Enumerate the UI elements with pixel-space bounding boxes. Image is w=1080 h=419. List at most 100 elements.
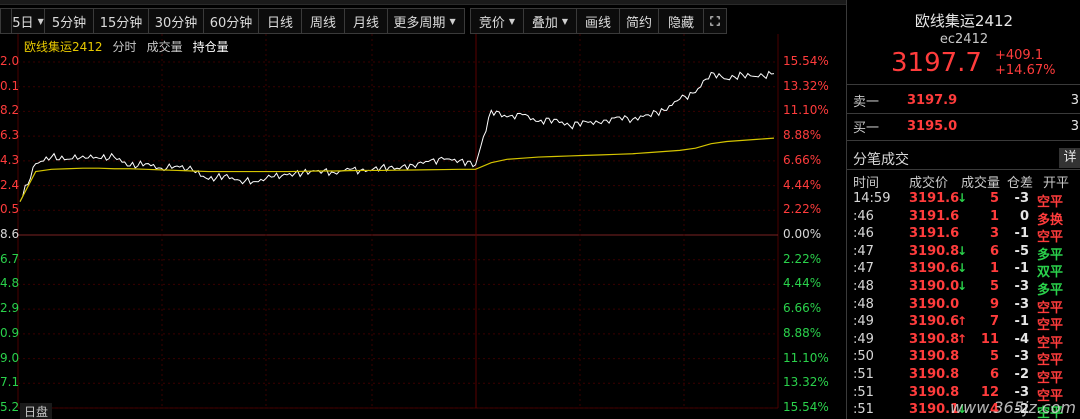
chart-canvas bbox=[17, 34, 779, 409]
period-label: 更多周期 bbox=[393, 15, 446, 31]
change-percent: +14.67% bbox=[995, 63, 1056, 78]
tick-oi-change: -1 bbox=[1014, 226, 1029, 242]
tick-volume: 6 bbox=[989, 367, 999, 382]
timeshare-chart[interactable] bbox=[0, 0, 843, 419]
bid-row: 买一 3195.0 3 bbox=[847, 114, 1080, 138]
right-axis-label: 15.54% bbox=[783, 54, 829, 68]
period-toolbar: 5日 ▼ 5分钟 15分钟 30分钟 60分钟 日线 周线 月线 更多周期 ▼ 竞价 ▼ 叠加 ▼ 画线 简约隐… bbox=[0, 8, 843, 34]
tick-type: 双平 bbox=[1037, 265, 1064, 281]
tick-price: 3190.8 bbox=[909, 349, 960, 365]
tick-oi-change: -3 bbox=[1014, 279, 1029, 294]
right-axis-label: 13.32% bbox=[783, 375, 829, 390]
divider bbox=[847, 84, 1080, 85]
tick-price: 3190.8 bbox=[909, 243, 960, 259]
right-axis-label: 11.10% bbox=[783, 103, 829, 118]
left-axis-label: 8.2 bbox=[0, 103, 20, 118]
divider bbox=[847, 140, 1080, 141]
left-axis-label: 2.9 bbox=[0, 301, 20, 316]
session-tag[interactable]: 日盘 bbox=[20, 403, 53, 419]
tick-type: 多平 bbox=[1037, 247, 1064, 263]
left-axis-label: 4.3 bbox=[0, 152, 20, 167]
tool-button-0[interactable]: 竞价 ▼ bbox=[470, 8, 524, 34]
tool-button-1[interactable]: 叠加 ▼ bbox=[523, 8, 577, 34]
period-button-4[interactable]: 60分钟 bbox=[203, 8, 259, 34]
ticks-column-header: 时间 成交价 成交量 仓差 开平 bbox=[847, 172, 1080, 191]
tick-time: :51 bbox=[853, 384, 874, 400]
tool-label: 画线 bbox=[584, 15, 611, 31]
ticks-detail-button[interactable]: 详 bbox=[1059, 148, 1080, 168]
tick-time: :48 bbox=[853, 296, 874, 312]
tick-time: :50 bbox=[853, 349, 874, 365]
right-axis-label: 6.66% bbox=[783, 301, 822, 316]
period-button-5[interactable]: 日线 bbox=[258, 8, 302, 34]
tick-oi-change: -1 bbox=[1014, 261, 1029, 277]
bid-price: 3195.0 bbox=[907, 118, 958, 134]
legend-open-interest[interactable]: 持仓量 bbox=[193, 38, 229, 55]
tick-oi-change: -3 bbox=[1014, 296, 1029, 312]
ask-row: 卖一 3197.9 3 bbox=[847, 88, 1080, 112]
tick-type: 多换 bbox=[1037, 212, 1064, 228]
arrow-down-icon: ↓ bbox=[957, 191, 968, 205]
bid-label: 买一 bbox=[853, 120, 880, 136]
quote-panel: 欧线集运2412 ec2412 3197.7 +409.1 +14.67% 卖一… bbox=[846, 0, 1080, 419]
right-axis-label: 8.88% bbox=[783, 128, 822, 143]
last-price: 3197.7 bbox=[891, 48, 982, 78]
tick-row: :46 3191.6 3 -1 空平 bbox=[847, 226, 1080, 245]
period-button-8[interactable]: 更多周期 ▼ bbox=[387, 8, 465, 34]
arrow-up-icon: ↑ bbox=[957, 314, 968, 329]
period-label: 60分钟 bbox=[209, 15, 253, 31]
tick-price: 3190.0 bbox=[909, 296, 960, 312]
arrow-down-icon: ↓ bbox=[957, 243, 968, 258]
left-axis-label: 9.0 bbox=[0, 350, 20, 365]
tick-row: :50 3190.8 5 -3 空平 bbox=[847, 349, 1080, 368]
col-price: 成交价 bbox=[909, 176, 949, 191]
tick-price: 3190.8 bbox=[909, 331, 960, 347]
legend-volume[interactable]: 成交量 bbox=[147, 38, 183, 55]
right-axis-label: 4.44% bbox=[783, 276, 822, 291]
col-oi: 仓差 bbox=[1007, 176, 1034, 191]
tick-row: :48 3190.0 ↓ 5 -3 多平 bbox=[847, 279, 1080, 298]
tool-label: 隐藏 bbox=[667, 15, 694, 31]
left-axis-label: 2.4 bbox=[0, 177, 20, 192]
tick-oi-change: -1 bbox=[1014, 314, 1029, 330]
caret-down-icon: ▼ bbox=[561, 16, 569, 26]
price-change: +409.1 +14.67% bbox=[995, 48, 1055, 78]
period-button-1[interactable]: 5分钟 bbox=[44, 8, 94, 34]
tick-volume: 1 bbox=[989, 261, 999, 277]
legend-timeshare[interactable]: 分时 bbox=[113, 38, 137, 55]
tick-row: :46 3191.6 1 0 多换 bbox=[847, 208, 1080, 228]
right-axis-label: 8.88% bbox=[783, 325, 822, 340]
tick-time: :46 bbox=[853, 226, 874, 242]
tick-volume: 9 bbox=[989, 296, 999, 312]
average-price-line bbox=[19, 137, 775, 202]
col-time: 时间 bbox=[853, 176, 880, 191]
contract-title: 欧线集运2412 bbox=[914, 12, 1014, 30]
period-button-6[interactable]: 周线 bbox=[301, 8, 345, 34]
tick-volume: 1 bbox=[989, 208, 999, 224]
col-type: 开平 bbox=[1043, 176, 1070, 191]
tick-time: :49 bbox=[853, 314, 874, 330]
tick-oi-change: -5 bbox=[1014, 243, 1029, 259]
tick-price: 3190.8 bbox=[909, 367, 960, 382]
tick-oi-change: -3 bbox=[1014, 191, 1029, 206]
period-label: 周线 bbox=[309, 15, 336, 31]
left-axis-label: 6.7 bbox=[0, 251, 20, 266]
ask-price: 3197.9 bbox=[907, 92, 958, 108]
tick-type: 空平 bbox=[1037, 318, 1064, 334]
tool-button-3[interactable]: 简约 bbox=[619, 8, 659, 34]
tick-price: 3191.6 bbox=[909, 191, 960, 206]
tick-volume: 3 bbox=[989, 226, 999, 242]
tool-button-4[interactable]: 隐藏 bbox=[658, 8, 704, 34]
tick-row: :48 3190.0 9 -3 空平 bbox=[847, 296, 1080, 316]
right-axis-label: 4.44% bbox=[783, 177, 822, 192]
tick-price: 3190.0 bbox=[909, 279, 960, 294]
period-button-7[interactable]: 月线 bbox=[344, 8, 388, 34]
tick-price: 3190.6 bbox=[909, 261, 960, 277]
expand-icon[interactable] bbox=[703, 8, 727, 34]
left-axis-label: 5.2 bbox=[0, 400, 20, 414]
tool-button-2[interactable]: 画线 bbox=[576, 8, 620, 34]
period-button-2[interactable]: 15分钟 bbox=[93, 8, 149, 34]
ask-volume: 3 bbox=[1070, 92, 1079, 108]
tick-time: :47 bbox=[853, 261, 874, 277]
period-button-3[interactable]: 30分钟 bbox=[148, 8, 204, 34]
